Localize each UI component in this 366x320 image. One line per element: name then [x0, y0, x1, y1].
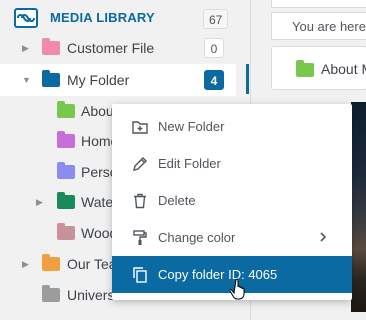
menu-item-label: New Folder [158, 119, 225, 134]
folder-label: My Folder [67, 72, 130, 88]
folder-icon [42, 254, 60, 271]
folder-customer-file[interactable]: ▶ Customer File 0 [0, 32, 236, 64]
media-thumbnail[interactable] [351, 102, 366, 312]
pencil-icon [131, 155, 149, 173]
folder-icon [57, 131, 75, 148]
top-card [271, 0, 366, 8]
folder-card-about[interactable]: About M [271, 46, 366, 90]
folder-icon [42, 70, 60, 87]
folder-my-folder[interactable]: ▼ My Folder 4 [0, 64, 236, 96]
breadcrumb: You are here [271, 12, 366, 40]
menu-item-edit-folder[interactable]: Edit Folder [112, 145, 352, 182]
menu-item-label: Delete [158, 193, 196, 208]
active-folder-indicator [246, 64, 249, 94]
media-library-header[interactable]: MEDIA LIBRARY 67 [0, 4, 236, 30]
hand-cursor-icon [229, 278, 248, 300]
total-count-badge: 67 [203, 9, 229, 29]
folder-label: Univers [67, 287, 115, 303]
folder-count-badge: 0 [204, 38, 224, 58]
folder-icon [57, 192, 75, 209]
folder-icon [42, 285, 60, 302]
menu-item-label: Change color [158, 230, 236, 245]
chevron-right-icon [317, 229, 329, 245]
menu-item-delete[interactable]: Delete [112, 182, 352, 219]
folder-count-badge: 4 [204, 70, 224, 90]
folder-label: Customer File [67, 40, 155, 56]
folder-label: Wate [81, 194, 114, 210]
expand-arrow-icon[interactable]: ▶ [36, 197, 44, 207]
collapse-arrow-icon[interactable]: ▼ [22, 75, 31, 85]
folder-label: Our Tea [67, 256, 117, 272]
paint-roller-icon [131, 229, 149, 247]
folder-card-label: About M [321, 61, 366, 77]
trash-icon [131, 192, 149, 210]
folder-icon [42, 38, 60, 55]
folder-context-menu: New Folder Edit Folder Delete Change col… [112, 104, 352, 300]
media-library-logo-icon [14, 8, 38, 28]
menu-item-label: Edit Folder [158, 156, 221, 171]
folder-icon [296, 60, 314, 77]
copy-icon [131, 266, 149, 284]
folder-label: Abou [81, 103, 114, 119]
folder-icon [57, 162, 75, 179]
folder-icon [57, 223, 75, 240]
folder-icon [57, 101, 75, 118]
breadcrumb-text: You are here [292, 19, 366, 34]
expand-arrow-icon[interactable]: ▶ [22, 259, 30, 269]
menu-item-label: Copy folder ID: 4065 [158, 267, 278, 282]
expand-arrow-icon[interactable]: ▶ [22, 43, 30, 53]
menu-item-new-folder[interactable]: New Folder [112, 108, 352, 145]
media-library-title: MEDIA LIBRARY [50, 10, 155, 25]
menu-item-change-color[interactable]: Change color [112, 219, 352, 256]
new-folder-icon [131, 118, 149, 136]
